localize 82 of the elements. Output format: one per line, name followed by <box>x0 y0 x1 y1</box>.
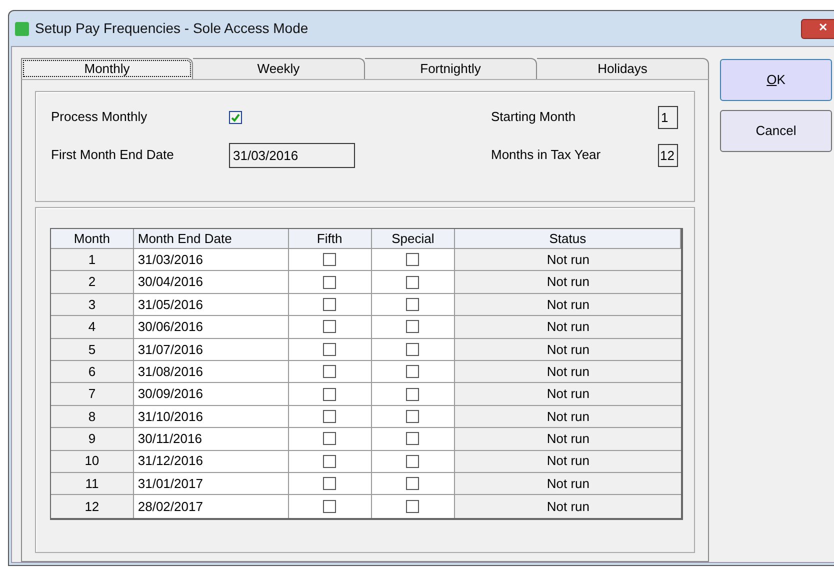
table-cell: 5 <box>51 338 134 360</box>
special-checkbox[interactable] <box>406 500 420 513</box>
column-header: Month <box>51 229 134 248</box>
field-label: First Month End Date <box>51 146 175 164</box>
cancel-button[interactable]: Cancel <box>720 110 832 152</box>
table-cell: 8 <box>51 406 134 428</box>
table-cell: 31/08/2016 <box>134 360 289 382</box>
table-cell: 31/07/2016 <box>134 338 289 360</box>
special-checkbox[interactable] <box>406 477 420 490</box>
table-cell: 31/01/2017 <box>134 472 289 494</box>
fifth-checkbox[interactable] <box>323 410 336 423</box>
special-checkbox[interactable] <box>406 388 420 401</box>
table-cell: 2 <box>51 271 134 293</box>
fifth-checkbox[interactable] <box>323 388 336 401</box>
column-header: Fifth <box>288 229 372 248</box>
table-cell: 31/03/2016 <box>134 249 289 270</box>
fifth-checkbox[interactable] <box>323 320 336 334</box>
table-cell: 31/10/2016 <box>134 406 289 428</box>
special-checkbox[interactable] <box>406 365 420 378</box>
field-label: Starting Month <box>491 108 577 126</box>
tab[interactable]: Weekly <box>193 58 365 79</box>
ok-button[interactable]: OK <box>720 59 832 101</box>
special-checkbox[interactable] <box>406 253 420 266</box>
table-cell: 30/09/2016 <box>134 383 289 405</box>
special-checkbox[interactable] <box>406 320 420 334</box>
table-cell: 30/04/2016 <box>134 271 289 293</box>
close-button[interactable]: ✕ <box>801 18 834 38</box>
app-icon <box>15 22 29 36</box>
table-cell: Not run <box>455 249 682 270</box>
fifth-checkbox[interactable] <box>323 365 336 378</box>
tab[interactable]: Monthly <box>21 58 193 79</box>
column-header: Special <box>372 229 456 248</box>
table-cell: 3 <box>51 294 134 316</box>
fifth-checkbox[interactable] <box>323 500 336 513</box>
special-checkbox[interactable] <box>406 276 420 289</box>
table-cell: 28/02/2017 <box>134 495 289 518</box>
fifth-checkbox[interactable] <box>323 298 336 311</box>
table-cell: Not run <box>455 406 682 428</box>
tab[interactable]: Fortnightly <box>365 58 537 79</box>
field-label: Process Monthly <box>51 108 148 126</box>
process-monthly-checkbox[interactable] <box>229 110 242 124</box>
special-checkbox[interactable] <box>406 342 420 356</box>
special-checkbox[interactable] <box>406 410 420 423</box>
table-cell: Not run <box>455 271 682 293</box>
table-cell: Not run <box>455 495 682 518</box>
fifth-checkbox[interactable] <box>323 477 336 490</box>
table-cell: Not run <box>455 338 682 360</box>
table-cell: 6 <box>51 360 134 382</box>
date-field[interactable]: 31/03/2016 <box>229 142 355 168</box>
table-cell: 11 <box>51 472 134 494</box>
table-cell: 30/11/2016 <box>134 428 289 450</box>
table-cell: Not run <box>455 428 682 450</box>
table-cell: 7 <box>51 383 134 405</box>
fifth-checkbox[interactable] <box>323 253 336 266</box>
special-checkbox[interactable] <box>406 298 420 311</box>
special-checkbox[interactable] <box>406 454 420 468</box>
table-cell: 1 <box>51 249 134 270</box>
table-cell: Not run <box>455 316 682 338</box>
table-cell: Not run <box>455 472 682 494</box>
table-cell: Not run <box>455 360 682 382</box>
table-cell: 9 <box>51 428 134 450</box>
column-header: Status <box>455 229 682 248</box>
starting-month-field[interactable]: 1 <box>658 106 678 128</box>
table-cell: 4 <box>51 316 134 338</box>
fifth-checkbox[interactable] <box>323 432 336 446</box>
table-cell: Not run <box>455 294 682 316</box>
field-label: Months in Tax Year <box>491 146 602 164</box>
fifth-checkbox[interactable] <box>323 276 336 289</box>
table-cell: Not run <box>455 383 682 405</box>
column-header: Month End Date <box>134 229 289 248</box>
window-title: Setup Pay Frequencies - Sole Access Mode <box>35 19 308 38</box>
fifth-checkbox[interactable] <box>323 454 336 468</box>
tab[interactable]: Holidays <box>537 58 709 79</box>
table-cell: 12 <box>51 495 134 518</box>
special-checkbox[interactable] <box>406 432 420 446</box>
fifth-checkbox[interactable] <box>323 342 336 356</box>
table-cell: 31/12/2016 <box>134 450 289 472</box>
table-cell: 30/06/2016 <box>134 316 289 338</box>
months-field[interactable]: 12 <box>658 144 678 166</box>
table-cell: Not run <box>455 450 682 472</box>
table-cell: 10 <box>51 450 134 472</box>
table-cell: 31/05/2016 <box>134 294 289 316</box>
